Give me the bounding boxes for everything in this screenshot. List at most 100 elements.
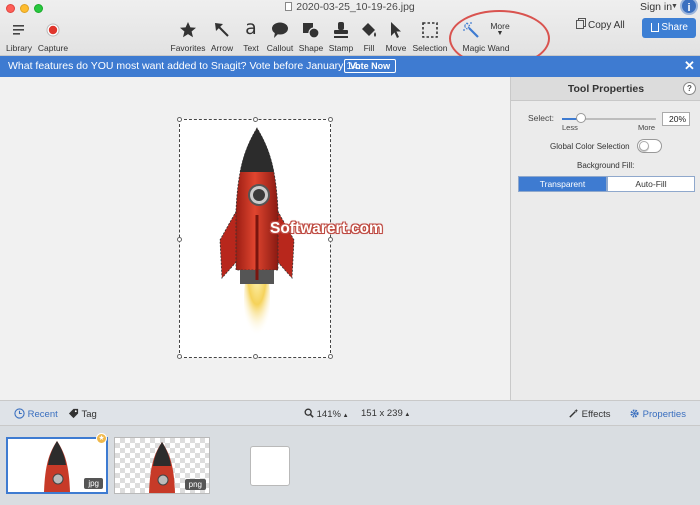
move-tool[interactable]: Move: [382, 18, 410, 54]
dimensions-chevron-icon: ▲: [402, 412, 411, 418]
document-icon: [285, 2, 293, 11]
properties-label: Properties: [642, 409, 686, 420]
selection-label: Selection: [412, 43, 448, 53]
toolbar: 2020-03-25_10-19-26.jpg Sign in ▼ i Libr…: [0, 0, 700, 67]
zoom-control[interactable]: 141% ▲: [304, 408, 349, 420]
empty-thumbnail[interactable]: [250, 446, 290, 486]
magnifier-icon: [304, 408, 314, 418]
gear-icon: [630, 409, 639, 418]
recent-captures-tray: jpg ★ png: [0, 426, 700, 505]
fill-option-transparent[interactable]: Transparent: [518, 176, 607, 192]
tolerance-slider[interactable]: [562, 113, 656, 123]
recent-button[interactable]: Recent: [14, 408, 58, 420]
stamp-tool[interactable]: Stamp: [326, 18, 356, 54]
favorite-star-icon: ★: [96, 433, 107, 444]
editor-canvas[interactable]: Softwarert.com: [0, 77, 510, 400]
zoom-chevron-icon: ▲: [340, 413, 349, 419]
copy-all-label: Copy All: [588, 20, 625, 31]
image-selection[interactable]: [177, 117, 333, 359]
close-icon[interactable]: ✕: [684, 58, 695, 74]
favorites-tool[interactable]: Favorites: [170, 18, 206, 54]
recent-label: Recent: [27, 409, 58, 420]
effects-label: Effects: [581, 409, 611, 420]
capture-button[interactable]: Capture: [36, 18, 70, 54]
toggle-knob: [639, 141, 649, 151]
resize-handle[interactable]: [177, 237, 182, 242]
capture-label: Capture: [37, 43, 69, 53]
resize-handle[interactable]: [253, 117, 258, 122]
window-title-text: 2020-03-25_10-19-26.jpg: [296, 1, 415, 13]
properties-button[interactable]: Properties: [629, 408, 686, 420]
more-label: More: [638, 123, 656, 132]
global-color-selection-toggle[interactable]: [637, 139, 662, 153]
text-tool[interactable]: a Text: [238, 18, 264, 54]
callout-label: Callout: [266, 43, 294, 53]
wand-icon: [569, 408, 579, 418]
list-icon: [13, 25, 24, 35]
fill-icon: [362, 23, 376, 37]
share-button[interactable]: Share: [642, 18, 696, 38]
move-icon: [391, 22, 401, 38]
resize-handle[interactable]: [253, 354, 258, 359]
arrow-label: Arrow: [210, 43, 234, 53]
star-icon: [180, 22, 196, 38]
sign-in-link[interactable]: Sign in: [640, 1, 672, 13]
arrow-tool[interactable]: Arrow: [206, 18, 238, 54]
text-icon: a: [245, 17, 257, 39]
capture-thumbnail[interactable]: jpg: [6, 437, 108, 494]
selection-icon: [422, 22, 438, 38]
file-type-badge: jpg: [84, 478, 103, 489]
global-color-selection-label: Global Color Selection: [550, 142, 630, 151]
copy-all-button[interactable]: Copy All: [576, 20, 625, 31]
panel-title: Tool Properties: [567, 83, 645, 95]
zoom-value: 141%: [316, 409, 341, 420]
vote-now-button[interactable]: Vote Now: [344, 59, 396, 73]
watermark-text: Softwarert.com: [270, 220, 383, 237]
effects-button[interactable]: Effects: [568, 408, 611, 420]
slider-thumb[interactable]: [575, 113, 586, 123]
tag-label: Tag: [81, 409, 97, 420]
fill-label: Fill: [363, 43, 375, 53]
record-icon: [46, 23, 60, 37]
resize-handle[interactable]: [177, 117, 182, 122]
shape-icon: [303, 23, 320, 39]
background-fill-label: Background Fill:: [577, 161, 635, 170]
help-icon[interactable]: ?: [683, 82, 696, 95]
callout-icon: [272, 22, 288, 38]
capture-thumbnail[interactable]: png: [114, 437, 210, 494]
panel-header: Tool Properties ?: [511, 77, 700, 101]
banner-text: What features do YOU most want added to …: [8, 60, 361, 72]
copy-icon: [576, 20, 584, 29]
tool-properties-panel: Tool Properties ? Select: 20% Less More …: [510, 77, 700, 400]
chevron-down-icon[interactable]: ▼: [671, 3, 678, 10]
fill-tool[interactable]: Fill: [356, 18, 382, 54]
announcement-banner: What features do YOU most want added to …: [0, 56, 700, 77]
tag-icon: [68, 408, 79, 419]
text-label: Text: [243, 43, 259, 53]
resize-handle[interactable]: [177, 354, 182, 359]
rocket-image: [219, 127, 295, 345]
tolerance-input[interactable]: 20%: [662, 112, 690, 126]
move-label: Move: [385, 43, 407, 53]
library-button[interactable]: Library: [2, 18, 36, 54]
status-bar: Recent Tag 141% ▲ 151 x 239 ▲ Effects Pr…: [0, 400, 700, 426]
resize-handle[interactable]: [328, 117, 333, 122]
fill-option-auto-fill[interactable]: Auto-Fill: [607, 176, 695, 192]
stamp-icon: [334, 22, 348, 38]
tag-button[interactable]: Tag: [68, 408, 97, 420]
select-label: Select:: [528, 113, 554, 123]
shape-tool[interactable]: Shape: [296, 18, 326, 54]
favorites-label: Favorites: [170, 43, 206, 53]
window-title: 2020-03-25_10-19-26.jpg: [0, 1, 700, 13]
resize-handle[interactable]: [328, 354, 333, 359]
shape-label: Shape: [298, 43, 324, 53]
arrow-icon: [215, 23, 229, 37]
share-icon: [651, 23, 659, 32]
share-label: Share: [661, 22, 688, 33]
less-label: Less: [562, 123, 578, 132]
dimensions-control[interactable]: 151 x 239 ▲: [361, 408, 410, 419]
callout-tool[interactable]: Callout: [264, 18, 296, 54]
dimensions-value: 151 x 239: [361, 408, 403, 419]
selection-tool[interactable]: Selection: [410, 18, 450, 54]
library-label: Library: [6, 43, 32, 53]
